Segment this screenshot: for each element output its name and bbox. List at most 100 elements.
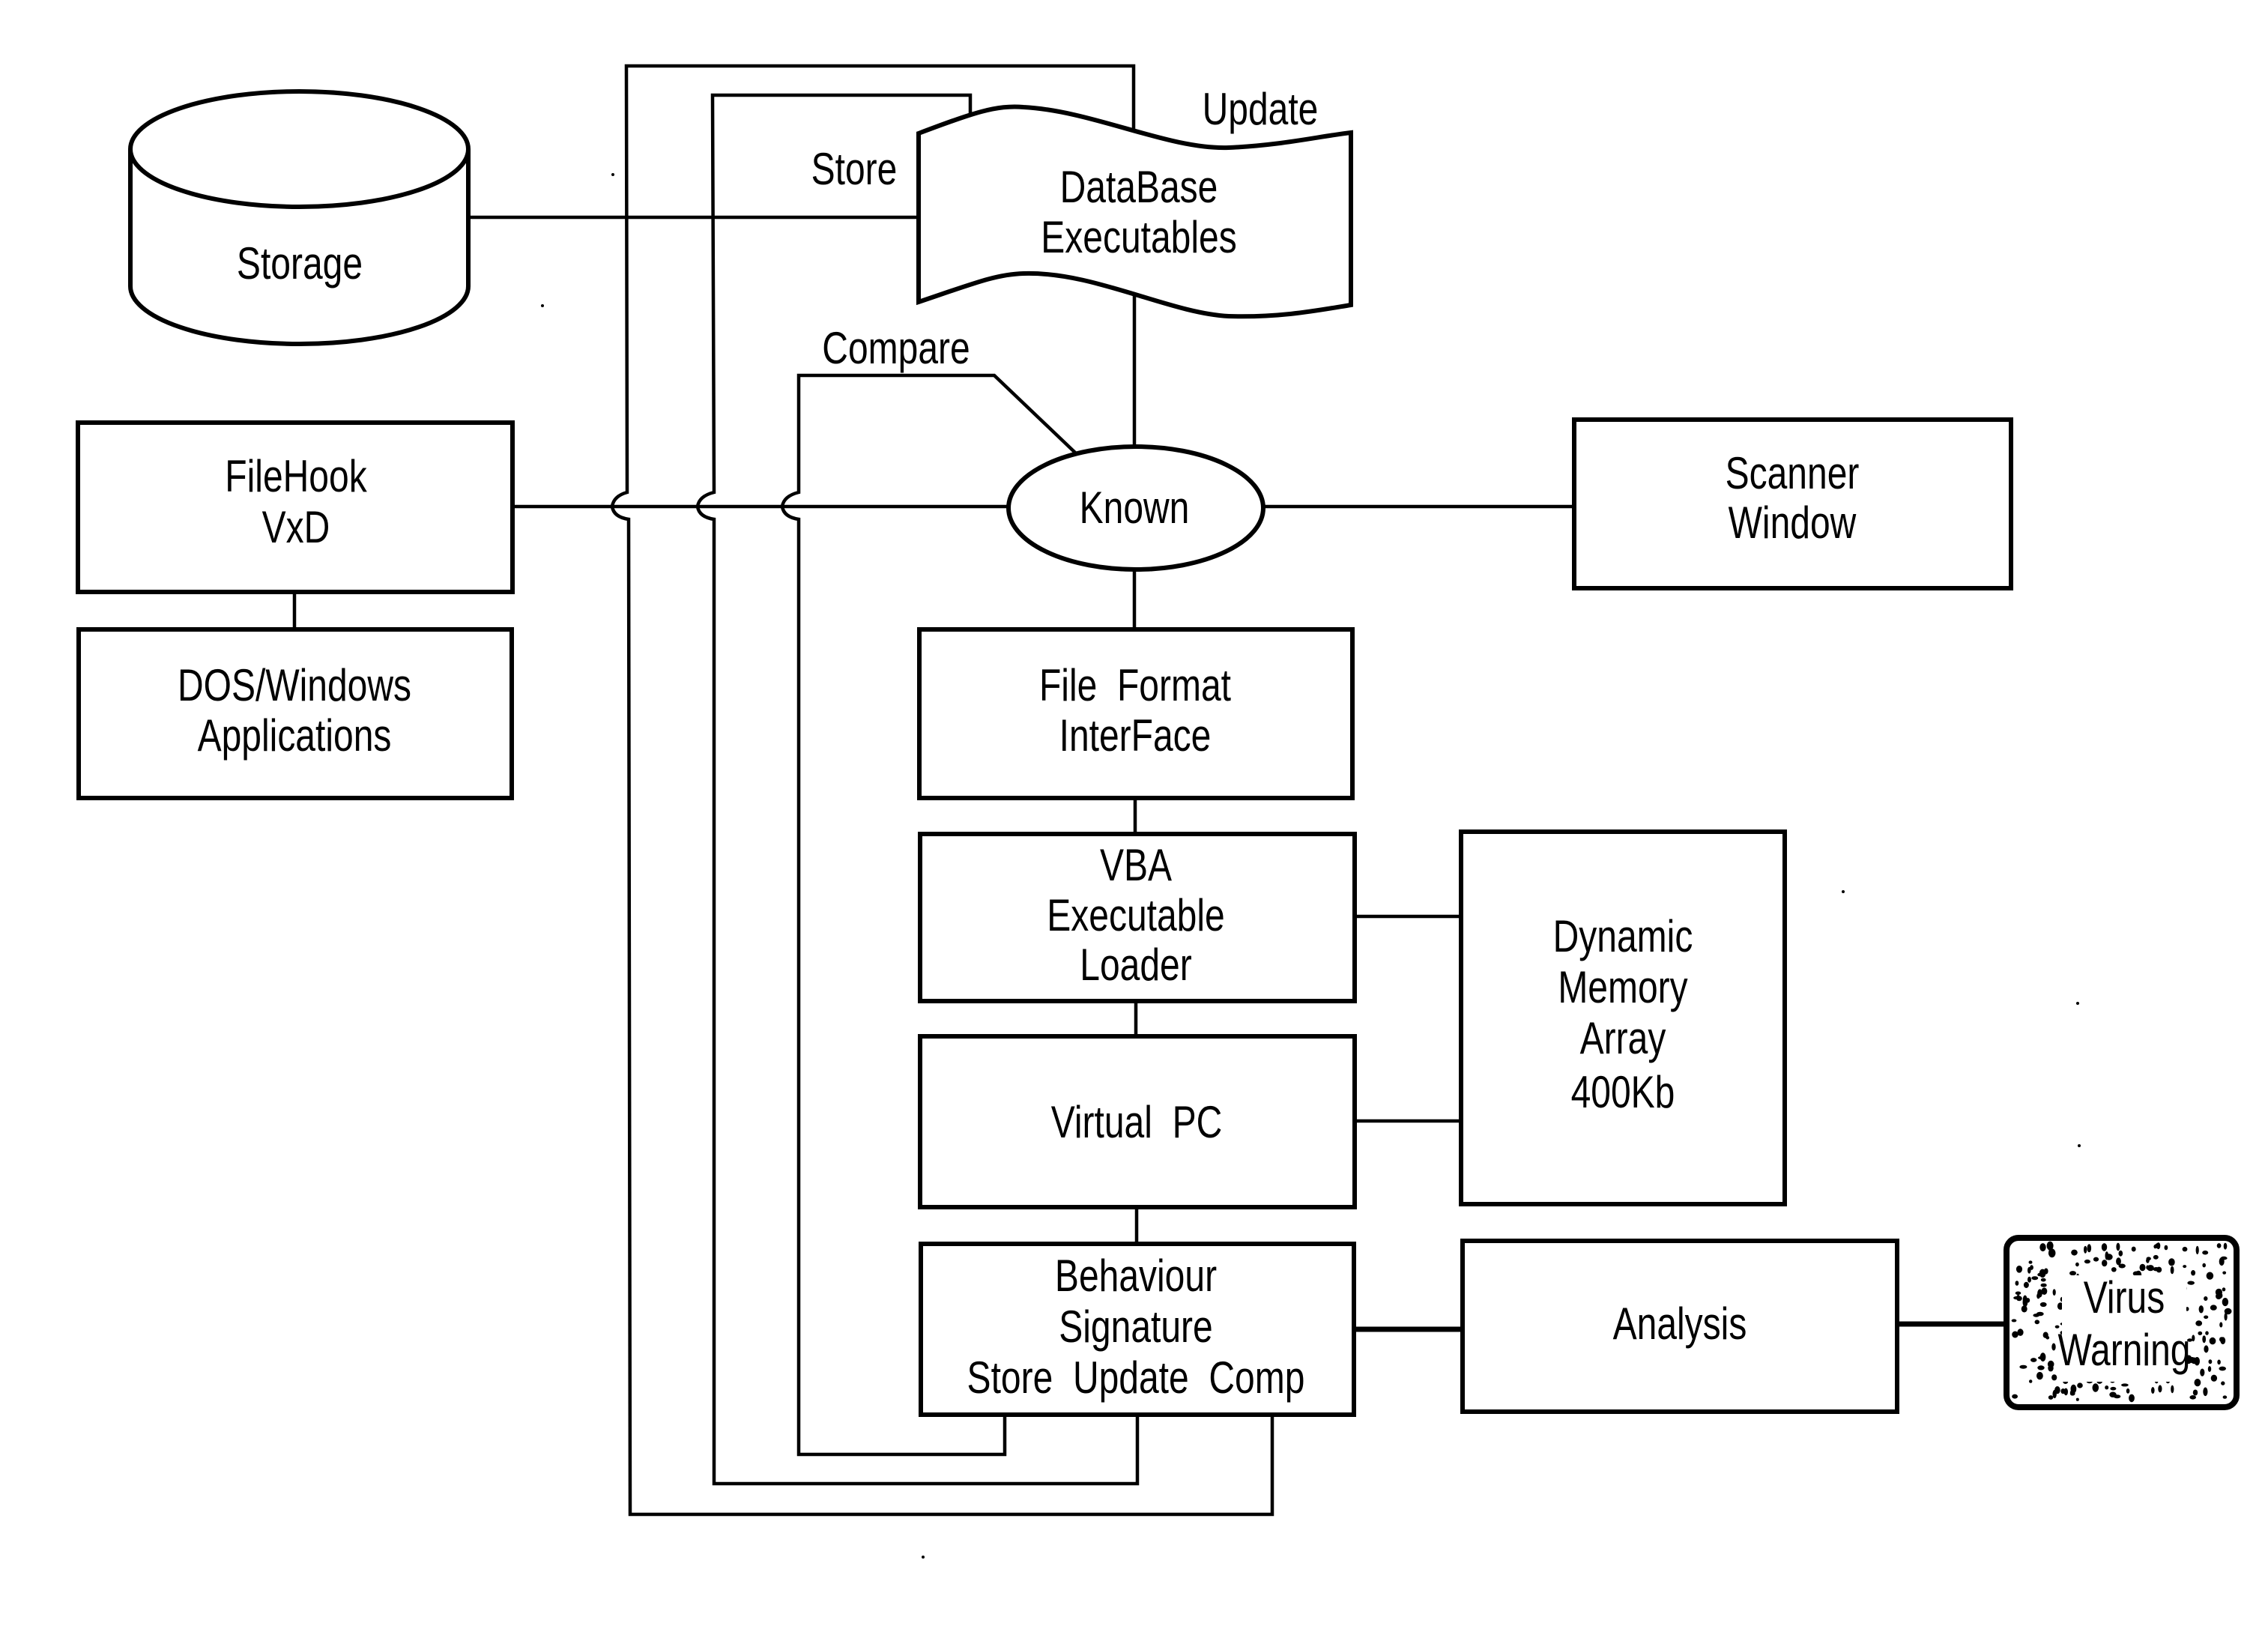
stipple-dot xyxy=(2207,1366,2212,1372)
stipple-dot xyxy=(2182,1246,2188,1252)
edge-label-store: Store xyxy=(811,144,898,194)
stipple-dot xyxy=(2187,1281,2195,1285)
stipple-dot xyxy=(2071,1249,2078,1256)
stipple-dot xyxy=(2087,1244,2092,1253)
virus-warning-label-line2: Warning xyxy=(2058,1325,2191,1375)
stipple-dot xyxy=(2219,1322,2223,1328)
stipple-dot xyxy=(2220,1337,2226,1345)
stipple-dot xyxy=(2040,1283,2047,1287)
stipple-dot xyxy=(2060,1388,2066,1394)
stipple-dot xyxy=(2191,1270,2196,1276)
scanner-label-line1: Scanner xyxy=(1726,448,1860,498)
edge-label-compare: Compare xyxy=(822,323,970,373)
stipple-dot xyxy=(2047,1360,2054,1368)
stipple-dot xyxy=(2092,1383,2099,1392)
stipple-dot xyxy=(2111,1267,2117,1272)
node-known[interactable]: Known xyxy=(1006,444,1265,572)
stipple-dot xyxy=(2029,1379,2033,1383)
dynamic-memory-label-line4: 400Kb xyxy=(1571,1067,1675,1117)
stipple-dot xyxy=(2204,1345,2209,1353)
virtual-pc-label: Virtual PC xyxy=(1051,1097,1223,1147)
node-virtual-pc[interactable]: Virtual PC xyxy=(918,1034,1357,1209)
stipple-dot xyxy=(2011,1319,2017,1323)
node-dynamic-memory[interactable]: Dynamic Memory Array 400Kb xyxy=(1459,829,1787,1206)
stipple-dot xyxy=(2158,1385,2162,1393)
node-dos-windows[interactable]: DOS/Windows Applications xyxy=(76,627,514,800)
filehook-label-line1: FileHook xyxy=(225,451,367,501)
stipple-dot xyxy=(2131,1246,2136,1252)
stipple-dot xyxy=(2116,1242,2120,1251)
stipple-dot xyxy=(2146,1265,2150,1270)
stipple-dot xyxy=(2070,1391,2075,1396)
file-format-label-line2: InterFace xyxy=(1059,710,1212,761)
stipple-dot xyxy=(2139,1263,2146,1272)
stipple-dot xyxy=(2208,1359,2213,1364)
stipple-dot xyxy=(2164,1245,2168,1251)
stipple-dot xyxy=(2113,1394,2121,1399)
stipple-dot xyxy=(2168,1258,2175,1266)
stipple-dot xyxy=(2105,1385,2109,1390)
stipple-dot xyxy=(2210,1374,2218,1382)
stipple-dot xyxy=(2200,1368,2205,1376)
vba-loader-label-line1: VBA xyxy=(1100,840,1173,890)
stipple-dot xyxy=(2034,1320,2040,1325)
stipple-dot xyxy=(2027,1266,2031,1274)
stipple-dot xyxy=(2054,1386,2060,1394)
stipple-dot xyxy=(2075,1397,2079,1401)
stipple-dot xyxy=(2216,1293,2222,1300)
stipple-dot xyxy=(2153,1254,2159,1260)
stipple-dot xyxy=(2048,1395,2054,1400)
stipple-dot xyxy=(2222,1287,2226,1292)
stipple-dot xyxy=(2202,1263,2206,1268)
node-filehook[interactable]: FileHook VxD xyxy=(76,420,515,594)
behaviour-label-line1: Behaviour xyxy=(1055,1251,1217,1301)
node-database[interactable]: DataBase Executables xyxy=(916,104,1353,319)
stipple-dot xyxy=(2210,1305,2217,1311)
stipple-dot xyxy=(2012,1394,2018,1399)
stipple-dot xyxy=(2118,1250,2123,1257)
stipple-dot xyxy=(2046,1241,2054,1251)
file-format-label-line1: File Format xyxy=(1039,660,1231,710)
node-storage[interactable]: Storage xyxy=(128,89,471,346)
node-analysis[interactable]: Analysis xyxy=(1460,1239,1899,1414)
stipple-dot xyxy=(2192,1389,2198,1396)
stipple-dot xyxy=(2015,1281,2019,1286)
stipple-dot xyxy=(2084,1245,2087,1254)
vba-loader-label-line2: Executable xyxy=(1047,890,1224,940)
diagram-canvas: Storage DataBase Executables Store Updat… xyxy=(76,64,2240,1559)
node-behaviour[interactable]: Behaviour Signature Store Update Comp xyxy=(919,1242,1356,1417)
stipple-dot xyxy=(2052,1289,2056,1296)
node-scanner[interactable]: Scanner Window xyxy=(1572,417,2013,590)
node-vba-loader[interactable]: VBA Executable Loader xyxy=(918,832,1357,1003)
database-label-line1: DataBase xyxy=(1060,162,1218,212)
stipple-dot xyxy=(2051,1343,2056,1351)
node-virus-warning[interactable]: Virus Warning xyxy=(2004,1235,2240,1410)
stipple-dot xyxy=(2205,1331,2209,1335)
stipple-dot xyxy=(2222,1298,2229,1307)
scanner-label-line2: Window xyxy=(1729,498,1857,548)
stipple-dot xyxy=(2217,1359,2221,1365)
stipple-dot xyxy=(2045,1335,2050,1340)
dos-windows-label-line1: DOS/Windows xyxy=(178,660,411,710)
stipple-dot xyxy=(2223,1242,2228,1250)
stipple-dot xyxy=(2105,1251,2109,1260)
stipple-dot xyxy=(2016,1294,2021,1302)
stipple-dot xyxy=(2121,1383,2129,1387)
stipple-dot xyxy=(2209,1337,2216,1345)
stipple-dot xyxy=(2021,1305,2027,1313)
virus-warning-label-line1: Virus xyxy=(2084,1272,2165,1323)
stipple-dot xyxy=(2222,1271,2227,1275)
stipple-dot xyxy=(2146,1258,2150,1263)
stipple-dot xyxy=(2093,1257,2099,1262)
stipple-dot xyxy=(2031,1276,2039,1281)
stipple-dot xyxy=(2194,1379,2201,1387)
behaviour-label-line3: Store Update Comp xyxy=(967,1353,1305,1403)
stipple-dot xyxy=(2019,1364,2027,1369)
stipple-dot xyxy=(2155,1243,2161,1249)
behaviour-label-line2: Signature xyxy=(1059,1302,1212,1352)
stipple-dot xyxy=(2170,1266,2174,1275)
node-file-format[interactable]: File Format InterFace xyxy=(917,627,1355,800)
stipple-dot xyxy=(2110,1386,2117,1391)
stipple-dot xyxy=(2101,1243,2108,1251)
stipple-dot xyxy=(2204,1315,2209,1320)
